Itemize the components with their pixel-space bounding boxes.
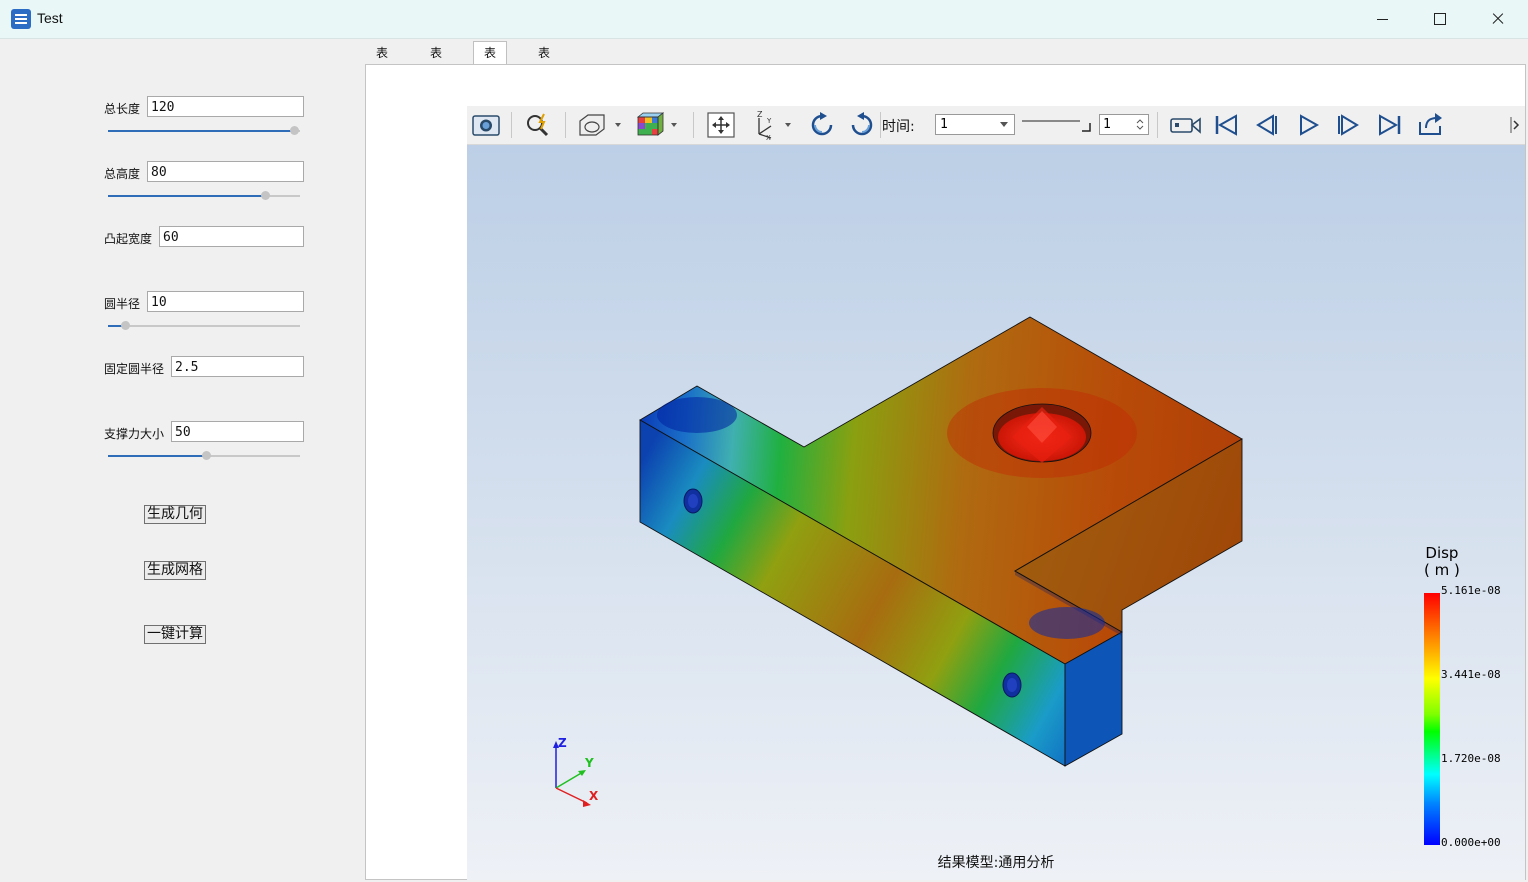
result-model-label: 结果模型:通用分析 bbox=[937, 855, 1055, 871]
tab-form3[interactable]: 表单3 bbox=[473, 41, 508, 104]
total-height-slider[interactable] bbox=[108, 191, 300, 200]
fixed-radius-input[interactable]: 2.5 bbox=[171, 356, 304, 377]
circle-radius-input[interactable]: 10 bbox=[147, 291, 304, 312]
result-viewport[interactable]: Z Y X Disp ( m ) 5.161e-08 3.441e-08 1.7… bbox=[467, 145, 1525, 880]
toolbar-separator bbox=[511, 112, 512, 138]
legend-tick-min: 0.000e+00 bbox=[1441, 836, 1501, 849]
total-length-slider[interactable] bbox=[108, 126, 300, 135]
fea-model-render bbox=[639, 316, 1243, 767]
slider-handle[interactable] bbox=[201, 451, 211, 460]
time-label: 时间: bbox=[882, 119, 915, 135]
toolbar-separator bbox=[565, 112, 566, 138]
time-slider[interactable] bbox=[1022, 118, 1092, 132]
time-combobox[interactable]: 1 bbox=[935, 114, 1015, 135]
camera-icon[interactable] bbox=[471, 106, 501, 144]
step-value: 1 bbox=[1103, 117, 1111, 132]
prev-frame-icon[interactable] bbox=[1252, 106, 1282, 144]
boss-width-input[interactable]: 60 bbox=[159, 226, 304, 247]
step-spinbox[interactable]: 1 bbox=[1099, 114, 1149, 135]
svg-text:Y: Y bbox=[766, 117, 772, 125]
fixed-radius-label: 固定圆半径 bbox=[104, 362, 165, 376]
slider-handle[interactable] bbox=[290, 126, 300, 135]
video-icon[interactable] bbox=[1169, 106, 1203, 144]
legend-tick-max: 5.161e-08 bbox=[1441, 584, 1501, 597]
title-bar: Test bbox=[0, 0, 1528, 39]
tab-form2[interactable]: 表单2 bbox=[420, 42, 452, 104]
axis-triad: Z Y X bbox=[553, 736, 599, 807]
play-icon[interactable] bbox=[1293, 106, 1323, 144]
export-icon[interactable] bbox=[1415, 106, 1447, 144]
spin-arrows-icon[interactable] bbox=[1136, 118, 1144, 131]
toolbar-separator bbox=[1157, 112, 1158, 138]
zoom-icon[interactable] bbox=[523, 106, 553, 144]
total-length-label: 总长度 bbox=[104, 102, 141, 116]
legend-tick-3: 1.720e-08 bbox=[1441, 752, 1501, 765]
legend-title: Disp ( m ) bbox=[1424, 545, 1460, 579]
one-click-compute-button[interactable]: 一键计算 bbox=[144, 625, 206, 644]
legend-quantity: Disp bbox=[1425, 544, 1459, 562]
fit-view-icon[interactable] bbox=[705, 106, 737, 144]
generate-mesh-button[interactable]: 生成网格 bbox=[144, 561, 206, 580]
legend-tick-2: 3.441e-08 bbox=[1441, 668, 1501, 681]
toolbar-separator bbox=[880, 112, 881, 138]
minimize-button[interactable] bbox=[1353, 0, 1411, 38]
generate-geometry-button[interactable]: 生成几何 bbox=[144, 505, 206, 524]
window-title: Test bbox=[37, 10, 63, 26]
toolbar-separator bbox=[693, 112, 694, 138]
support-force-slider[interactable] bbox=[108, 451, 300, 460]
tab-form1[interactable]: 表单1 bbox=[366, 42, 398, 104]
support-force-input[interactable]: 50 bbox=[171, 421, 304, 442]
axis-label-x: X bbox=[589, 789, 599, 803]
viewer-toolbar: ZY X 时间: 1 1 bbox=[467, 106, 1525, 145]
slider-handle[interactable] bbox=[261, 191, 271, 200]
circle-radius-slider[interactable] bbox=[108, 321, 300, 330]
axis-label-z: Z bbox=[558, 736, 567, 750]
legend-unit: ( m ) bbox=[1424, 561, 1460, 579]
first-frame-icon[interactable] bbox=[1211, 106, 1241, 144]
total-height-label: 总高度 bbox=[104, 167, 141, 181]
axes-icon[interactable]: ZY X bbox=[749, 106, 797, 144]
mesh-color-icon[interactable] bbox=[635, 106, 681, 144]
circle-radius-label: 圆半径 bbox=[104, 297, 141, 311]
last-frame-icon[interactable] bbox=[1375, 106, 1405, 144]
parameter-panel: 总长度 120 总高度 80 凸起宽度 60 圆半径 10 固定圆半径 2.5 … bbox=[2, 39, 364, 882]
app-icon bbox=[11, 9, 31, 29]
display-mode-icon[interactable] bbox=[577, 106, 623, 144]
svg-text:X: X bbox=[766, 134, 771, 140]
support-force-label: 支撑力大小 bbox=[104, 427, 165, 441]
rotate-cw-icon[interactable] bbox=[807, 106, 837, 144]
total-length-input[interactable]: 120 bbox=[147, 96, 304, 117]
rotate-ccw-icon[interactable] bbox=[847, 106, 877, 144]
legend-color-bar bbox=[1424, 593, 1440, 845]
tab-form4[interactable]: 表单4 bbox=[528, 42, 560, 104]
close-button[interactable] bbox=[1469, 0, 1527, 38]
boss-width-label: 凸起宽度 bbox=[104, 232, 153, 246]
maximize-button[interactable] bbox=[1411, 0, 1469, 38]
next-frame-icon[interactable] bbox=[1333, 106, 1363, 144]
svg-text:Z: Z bbox=[757, 110, 763, 119]
total-height-input[interactable]: 80 bbox=[147, 161, 304, 182]
slider-handle[interactable] bbox=[121, 321, 131, 330]
axis-label-y: Y bbox=[584, 756, 594, 770]
toolbar-overflow-icon[interactable] bbox=[1507, 106, 1523, 144]
